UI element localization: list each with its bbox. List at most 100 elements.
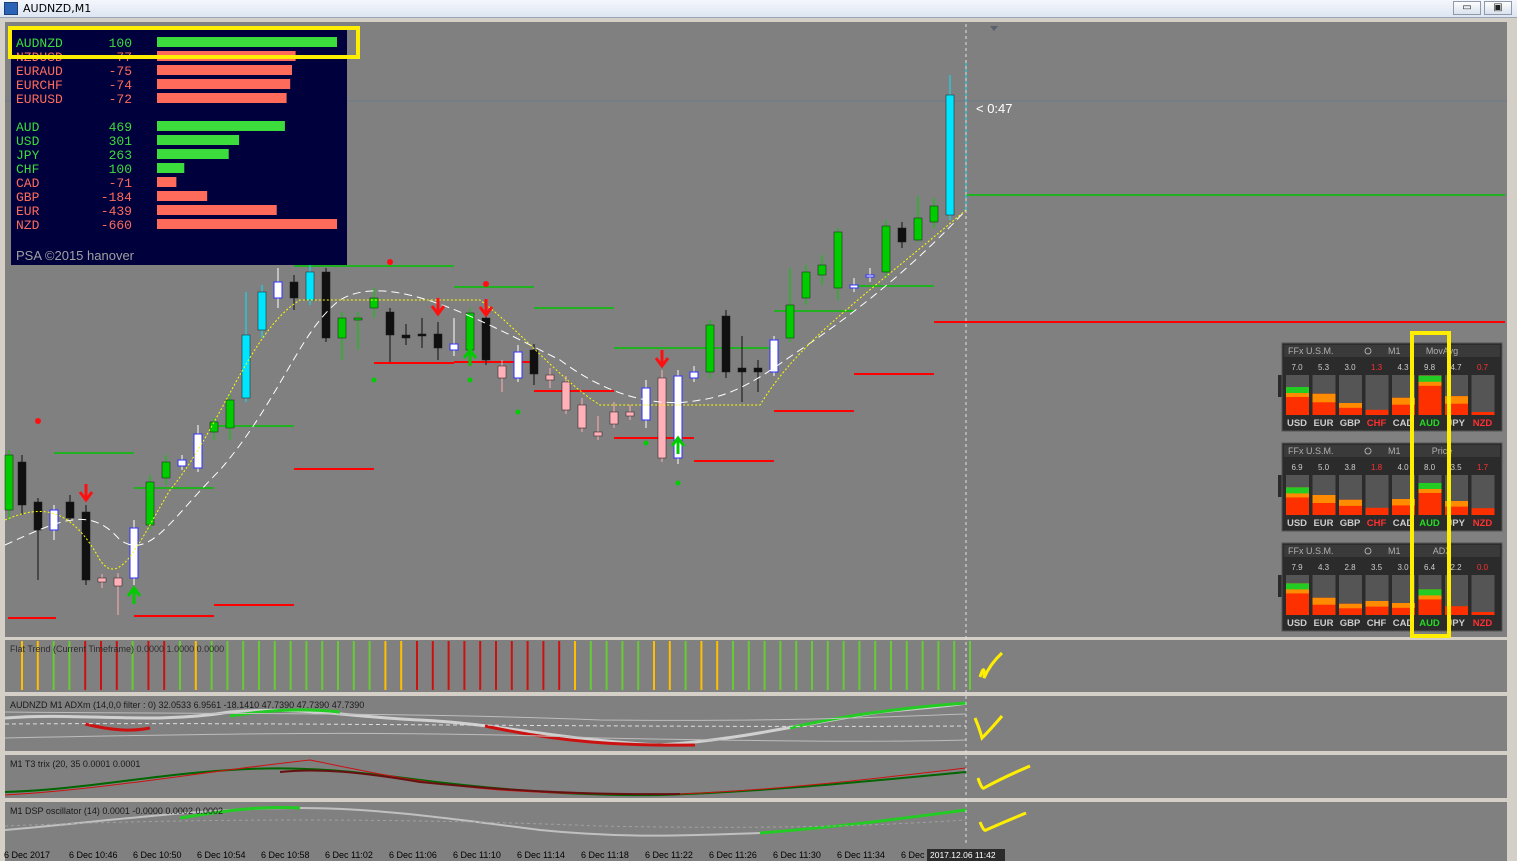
psa-currency-name: CHF <box>16 162 39 177</box>
ffx-panel-timeframe: M1 <box>1388 446 1401 456</box>
ffx-strength-value: 2.8 <box>1344 563 1356 572</box>
ffx-bar-fill-mid <box>1312 495 1336 503</box>
candle-body <box>945 94 955 216</box>
candle-body <box>145 481 155 526</box>
time-axis-label: 6 Dec 10:54 <box>197 850 246 860</box>
psa-pair-name: EURAUD <box>16 64 63 79</box>
psa-currency-strength-bar <box>157 191 208 201</box>
ffx-bar-track <box>1471 575 1495 615</box>
ffx-bar-fill <box>1471 612 1495 615</box>
ffx-currency-label: GBP <box>1340 418 1361 429</box>
psa-currency-name: NZD <box>16 218 40 233</box>
psa-currency-value: 263 <box>109 148 132 163</box>
flat-trend-title: Flat Trend (Current Timeframe) 0.0000 1.… <box>10 644 224 654</box>
candle-body <box>657 377 667 459</box>
ffx-strength-value: 7.0 <box>1291 363 1303 372</box>
psa-currency-name: GBP <box>16 190 40 205</box>
psa-pair-strength-bar <box>157 93 287 103</box>
time-axis-label: 6 Dec 11:26 <box>709 850 757 860</box>
ffx-currency-label: AUD <box>1419 418 1440 429</box>
candle-body <box>257 291 267 331</box>
candle-body <box>593 431 603 437</box>
time-axis-label: 6 Dec 11:30 <box>773 850 821 860</box>
candle-body <box>385 311 395 336</box>
time-axis-label: 6 Dec 11:06 <box>389 850 437 860</box>
candle-body <box>545 374 555 381</box>
time-axis-label: 6 Dec 10:58 <box>261 850 310 860</box>
ffx-strength-value: 1.8 <box>1371 463 1383 472</box>
psa-pair-name: AUDNZD <box>16 36 63 51</box>
candle-body <box>113 577 123 587</box>
ffx-currency-label: EUR <box>1313 618 1333 629</box>
ffx-bar-fill-mid <box>1312 393 1336 403</box>
dsp-pane[interactable] <box>5 802 1507 846</box>
chart-area[interactable]: < 0:47 PSA ©2015 hanover AUDNZD 100NZDUSD… <box>0 0 1517 861</box>
t3trix-pane[interactable] <box>5 755 1507 798</box>
ffx-bar-fill-top <box>1418 589 1442 596</box>
ffx-currency-label: AUD <box>1419 518 1440 529</box>
ffx-currency-label: GBP <box>1340 618 1361 629</box>
psa-currency-value: 100 <box>109 162 132 177</box>
candle-body <box>753 367 763 373</box>
candle-body <box>609 411 619 425</box>
buy-signal-dot <box>371 377 377 383</box>
candle-body <box>769 339 779 373</box>
ffx-currency-label: USD <box>1287 518 1307 529</box>
candle-body <box>817 264 827 276</box>
ffx-strength-value: 6.4 <box>1424 563 1436 572</box>
psa-currency-value: -184 <box>101 190 132 205</box>
ffx-strength-value: 2.2 <box>1450 563 1462 572</box>
candle-body <box>321 271 331 339</box>
ffx-currency-label: AUD <box>1419 618 1440 629</box>
time-axis-label: 6 Dec 11:14 <box>517 850 565 860</box>
ffx-bar-fill-top <box>1286 583 1309 590</box>
time-axis-label: 6 Dec 2017 <box>4 850 50 860</box>
ffx-strength-value: 3.5 <box>1371 563 1383 572</box>
candle-body <box>49 509 59 531</box>
candle-body <box>497 365 507 379</box>
psa-currency-name: AUD <box>16 120 40 135</box>
candle-body <box>353 317 363 321</box>
candle-body <box>241 334 251 399</box>
current-time-marker: 2017.12.06 11:42 <box>930 850 996 860</box>
candle-body <box>337 317 347 339</box>
buy-signal-dot <box>643 440 649 446</box>
ffx-currency-label: CHF <box>1367 518 1387 529</box>
ffx-bar-fill-top <box>1286 487 1309 494</box>
ffx-bar-fill-top <box>1286 387 1309 393</box>
candle-body <box>689 371 699 379</box>
time-axis-label: 6 Dec 10:50 <box>133 850 182 860</box>
candle-body <box>721 315 731 373</box>
candle-body <box>17 461 27 506</box>
ffx-strength-value: 4.0 <box>1397 463 1409 472</box>
ffx-bar-fill <box>1365 409 1389 415</box>
psa-currency-strength-bar <box>157 135 240 145</box>
ffx-bar-fill-mid <box>1339 603 1362 609</box>
candle-body <box>289 281 299 299</box>
candle-body <box>273 281 283 299</box>
candle-body <box>193 433 203 469</box>
candle-body <box>449 343 459 351</box>
candle-body <box>897 227 907 243</box>
candle-body <box>417 333 427 337</box>
ffx-strength-value: 0.0 <box>1477 563 1489 572</box>
candle-body <box>481 317 491 361</box>
flat-trend-pane[interactable] <box>5 640 1507 692</box>
sell-signal-dot <box>35 418 41 424</box>
ffx-strength-value: 3.5 <box>1450 463 1462 472</box>
ffx-usm-panel: FFx U.S.M. M1 Price6.9USD5.0EUR3.8GBP1.8CH… <box>1278 442 1503 532</box>
candle-body <box>625 411 635 417</box>
ffx-strength-value: 9.8 <box>1424 363 1436 372</box>
ffx-strength-value: 3.0 <box>1344 363 1356 372</box>
psa-currency-name: EUR <box>16 204 40 219</box>
psa-pair-strength-bar <box>157 37 337 47</box>
candle-body <box>849 284 859 289</box>
ffx-panel-timeframe: M1 <box>1388 346 1401 356</box>
psa-currency-name: USD <box>16 134 40 149</box>
candle-body <box>865 274 875 278</box>
sell-signal-dot <box>387 259 393 265</box>
ffx-bar-fill-top <box>1418 483 1442 489</box>
t3trix-title: M1 T3 trix (20, 35 0.0001 0.0001 <box>10 759 140 769</box>
psa-pair-value: -74 <box>109 78 133 93</box>
adx-title: AUDNZD M1 ADXm (14,0,0 filter : 0) 32.05… <box>10 700 364 710</box>
